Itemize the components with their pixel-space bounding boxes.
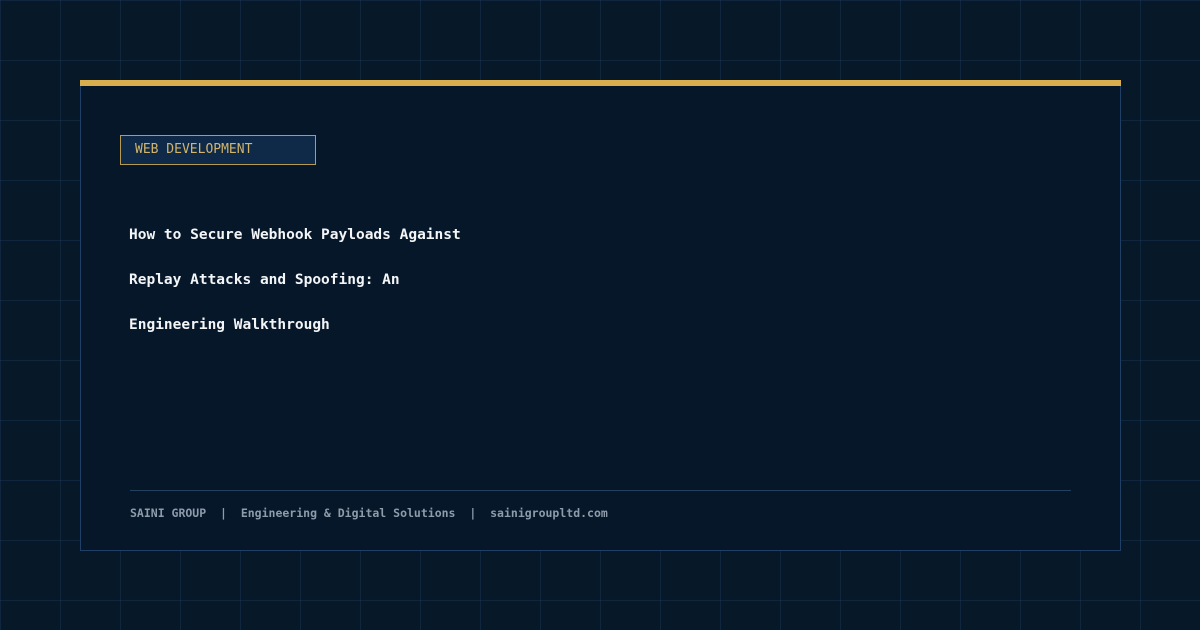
title-line: Replay Attacks and Spoofing: An [129,272,400,288]
category-label: WEB DEVELOPMENT [135,142,253,157]
company-website: sainigroupltd.com [490,506,608,520]
accent-bar [80,80,1121,86]
footer-separator: | [469,506,477,520]
article-card: WEB DEVELOPMENT How to Secure Webhook Pa… [80,80,1121,551]
company-tagline: Engineering & Digital Solutions [240,506,456,520]
footer-line: SAINI GROUP | Engineering & Digital Solu… [130,505,608,521]
footer-separator: | [220,506,227,520]
title-line: How to Secure Webhook Payloads Against [129,227,461,243]
footer-divider [130,490,1071,491]
category-badge: WEB DEVELOPMENT [120,135,316,165]
share-card-page: { "card": { "category": "WEB DEVELOPMENT… [0,0,1200,630]
company-name: SAINI GROUP [130,506,207,520]
title-line: Engineering Walkthrough [129,317,330,333]
article-title: How to Secure Webhook Payloads Against R… [129,213,649,348]
